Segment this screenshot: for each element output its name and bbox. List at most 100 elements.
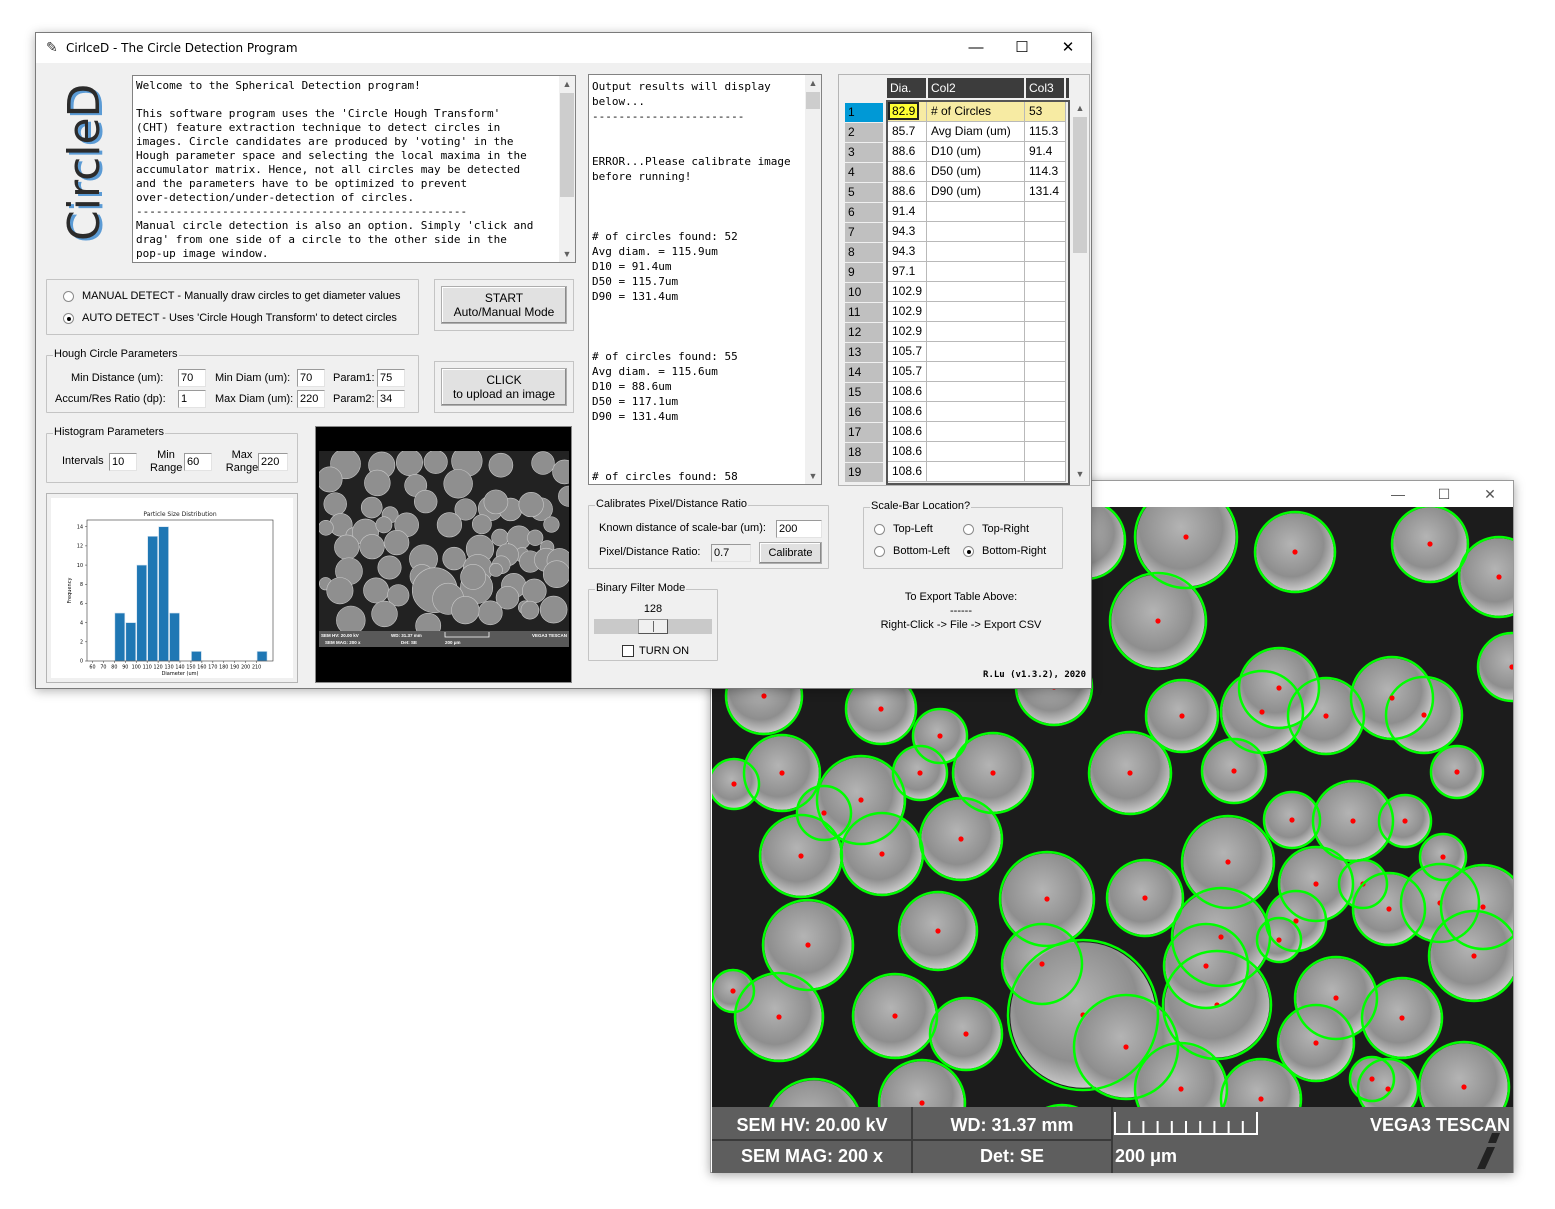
row-index[interactable]: 6: [845, 203, 883, 222]
slider-thumb[interactable]: [638, 619, 668, 634]
manual-detect-label[interactable]: MANUAL DETECT - Manually draw circles to…: [82, 290, 401, 302]
table-cell-col3[interactable]: 131.4: [1025, 182, 1066, 202]
table-cell-col2[interactable]: D10 (um): [927, 142, 1025, 162]
table-cell-col3[interactable]: 91.4: [1025, 142, 1066, 162]
row-index[interactable]: 9: [845, 263, 883, 282]
table-cell-dia[interactable]: 102.9: [888, 322, 927, 342]
accum-ratio-input[interactable]: 1: [178, 390, 206, 408]
row-index[interactable]: 11: [845, 303, 883, 322]
scroll-down-icon[interactable]: ▼: [1072, 466, 1088, 482]
table-cell-col3[interactable]: [1025, 342, 1066, 362]
auto-detect-radio[interactable]: [63, 313, 74, 324]
table-cell-col2[interactable]: [927, 322, 1025, 342]
intro-textbox[interactable]: Welcome to the Spherical Detection progr…: [132, 75, 576, 263]
table-cell-col3[interactable]: [1025, 222, 1066, 242]
start-button[interactable]: START Auto/Manual Mode: [441, 286, 567, 324]
table-cell-dia[interactable]: 88.6: [888, 182, 927, 202]
minimize-icon[interactable]: —: [1375, 481, 1421, 507]
table-cell-col3[interactable]: [1025, 442, 1066, 462]
min-diam-input[interactable]: 70: [297, 369, 325, 387]
turn-on-label[interactable]: TURN ON: [639, 645, 689, 657]
table-cell-dia[interactable]: 108.6: [888, 462, 927, 482]
table-cell-dia[interactable]: 105.7: [888, 362, 927, 382]
top-left-label[interactable]: Top-Left: [893, 523, 933, 535]
table-cell-col3[interactable]: 115.3: [1025, 122, 1066, 142]
scroll-up-icon[interactable]: ▲: [805, 75, 821, 91]
table-cell-col2[interactable]: [927, 342, 1025, 362]
row-index[interactable]: 12: [845, 323, 883, 342]
row-index[interactable]: 5: [845, 183, 883, 202]
min-distance-input[interactable]: 70: [178, 369, 206, 387]
image-thumbnail[interactable]: SEM HV: 20.00 kV WD: 31.37 mm VEGA3 TESC…: [315, 426, 572, 683]
close-icon[interactable]: ✕: [1045, 33, 1091, 63]
row-index[interactable]: 7: [845, 223, 883, 242]
table-cell-col3[interactable]: [1025, 362, 1066, 382]
scroll-thumb[interactable]: [1073, 117, 1087, 253]
table-cell-dia[interactable]: 105.7: [888, 342, 927, 362]
titlebar[interactable]: ✎ CirlceD - The Circle Detection Program…: [36, 33, 1091, 63]
upload-image-button[interactable]: CLICK to upload an image: [441, 368, 567, 406]
table-cell-col2[interactable]: # of Circles: [927, 102, 1025, 122]
row-index[interactable]: 17: [845, 423, 883, 442]
column-header-col3[interactable]: Col3: [1026, 78, 1064, 98]
table-cell-col3[interactable]: [1025, 242, 1066, 262]
table-cell-col2[interactable]: [927, 282, 1025, 302]
min-range-input[interactable]: 60: [184, 453, 212, 471]
table-cell-dia[interactable]: 94.3: [888, 222, 927, 242]
scroll-down-icon[interactable]: ▼: [559, 246, 575, 262]
table-cell-dia[interactable]: 85.7: [888, 122, 927, 142]
row-index[interactable]: 15: [845, 383, 883, 402]
table-cell-col2[interactable]: [927, 442, 1025, 462]
table-cell-dia[interactable]: 82.9: [888, 102, 927, 122]
threshold-slider[interactable]: [594, 619, 712, 634]
row-index[interactable]: 16: [845, 403, 883, 422]
maximize-icon[interactable]: ☐: [999, 33, 1045, 63]
top-right-radio[interactable]: [963, 524, 974, 535]
bottom-left-radio[interactable]: [874, 546, 885, 557]
table-cell-col2[interactable]: [927, 302, 1025, 322]
max-diam-input[interactable]: 220: [297, 390, 325, 408]
row-index[interactable]: 13: [845, 343, 883, 362]
turn-on-checkbox[interactable]: [622, 645, 634, 657]
close-icon[interactable]: ✕: [1467, 481, 1513, 507]
output-log-scrollbar[interactable]: ▲ ▼: [805, 75, 821, 484]
scroll-thumb[interactable]: [560, 93, 574, 197]
table-cell-col2[interactable]: [927, 242, 1025, 262]
table-cell-col2[interactable]: Avg Diam (um): [927, 122, 1025, 142]
table-cell-col3[interactable]: [1025, 322, 1066, 342]
param2-input[interactable]: 34: [377, 390, 405, 408]
table-cell-dia[interactable]: 108.6: [888, 402, 927, 422]
table-cell-dia[interactable]: 108.6: [888, 422, 927, 442]
intervals-input[interactable]: 10: [109, 453, 137, 471]
row-index[interactable]: 19: [845, 463, 883, 482]
table-grid[interactable]: 82.9 # of Circles 53 85.7 Avg Diam (um) 115.3…: [886, 100, 1070, 485]
table-cell-col3[interactable]: [1025, 462, 1066, 482]
column-header-dia[interactable]: Dia.: [887, 78, 926, 98]
table-cell-dia[interactable]: 102.9: [888, 302, 927, 322]
row-index[interactable]: 3: [845, 143, 883, 162]
table-cell-dia[interactable]: 91.4: [888, 202, 927, 222]
table-cell-col2[interactable]: [927, 202, 1025, 222]
table-cell-dia[interactable]: 108.6: [888, 442, 927, 462]
table-cell-dia[interactable]: 94.3: [888, 242, 927, 262]
table-cell-col3[interactable]: [1025, 202, 1066, 222]
max-range-input[interactable]: 220: [258, 453, 288, 471]
scroll-down-icon[interactable]: ▼: [805, 468, 821, 484]
table-cell-col3[interactable]: [1025, 262, 1066, 282]
bottom-left-label[interactable]: Bottom-Left: [893, 545, 950, 557]
table-cell-col2[interactable]: [927, 362, 1025, 382]
table-cell-dia[interactable]: 88.6: [888, 142, 927, 162]
table-cell-dia[interactable]: 97.1: [888, 262, 927, 282]
auto-detect-label[interactable]: AUTO DETECT - Uses 'Circle Hough Transfo…: [82, 312, 397, 324]
table-cell-dia[interactable]: 88.6: [888, 162, 927, 182]
row-index[interactable]: 1: [845, 103, 883, 122]
row-index[interactable]: 14: [845, 363, 883, 382]
scroll-thumb[interactable]: [806, 92, 820, 109]
table-cell-col2[interactable]: [927, 422, 1025, 442]
scroll-up-icon[interactable]: ▲: [559, 76, 575, 92]
row-index[interactable]: 8: [845, 243, 883, 262]
top-left-radio[interactable]: [874, 524, 885, 535]
table-cell-col3[interactable]: 114.3: [1025, 162, 1066, 182]
table-cell-col3[interactable]: [1025, 382, 1066, 402]
column-header-col2[interactable]: Col2: [928, 78, 1024, 98]
